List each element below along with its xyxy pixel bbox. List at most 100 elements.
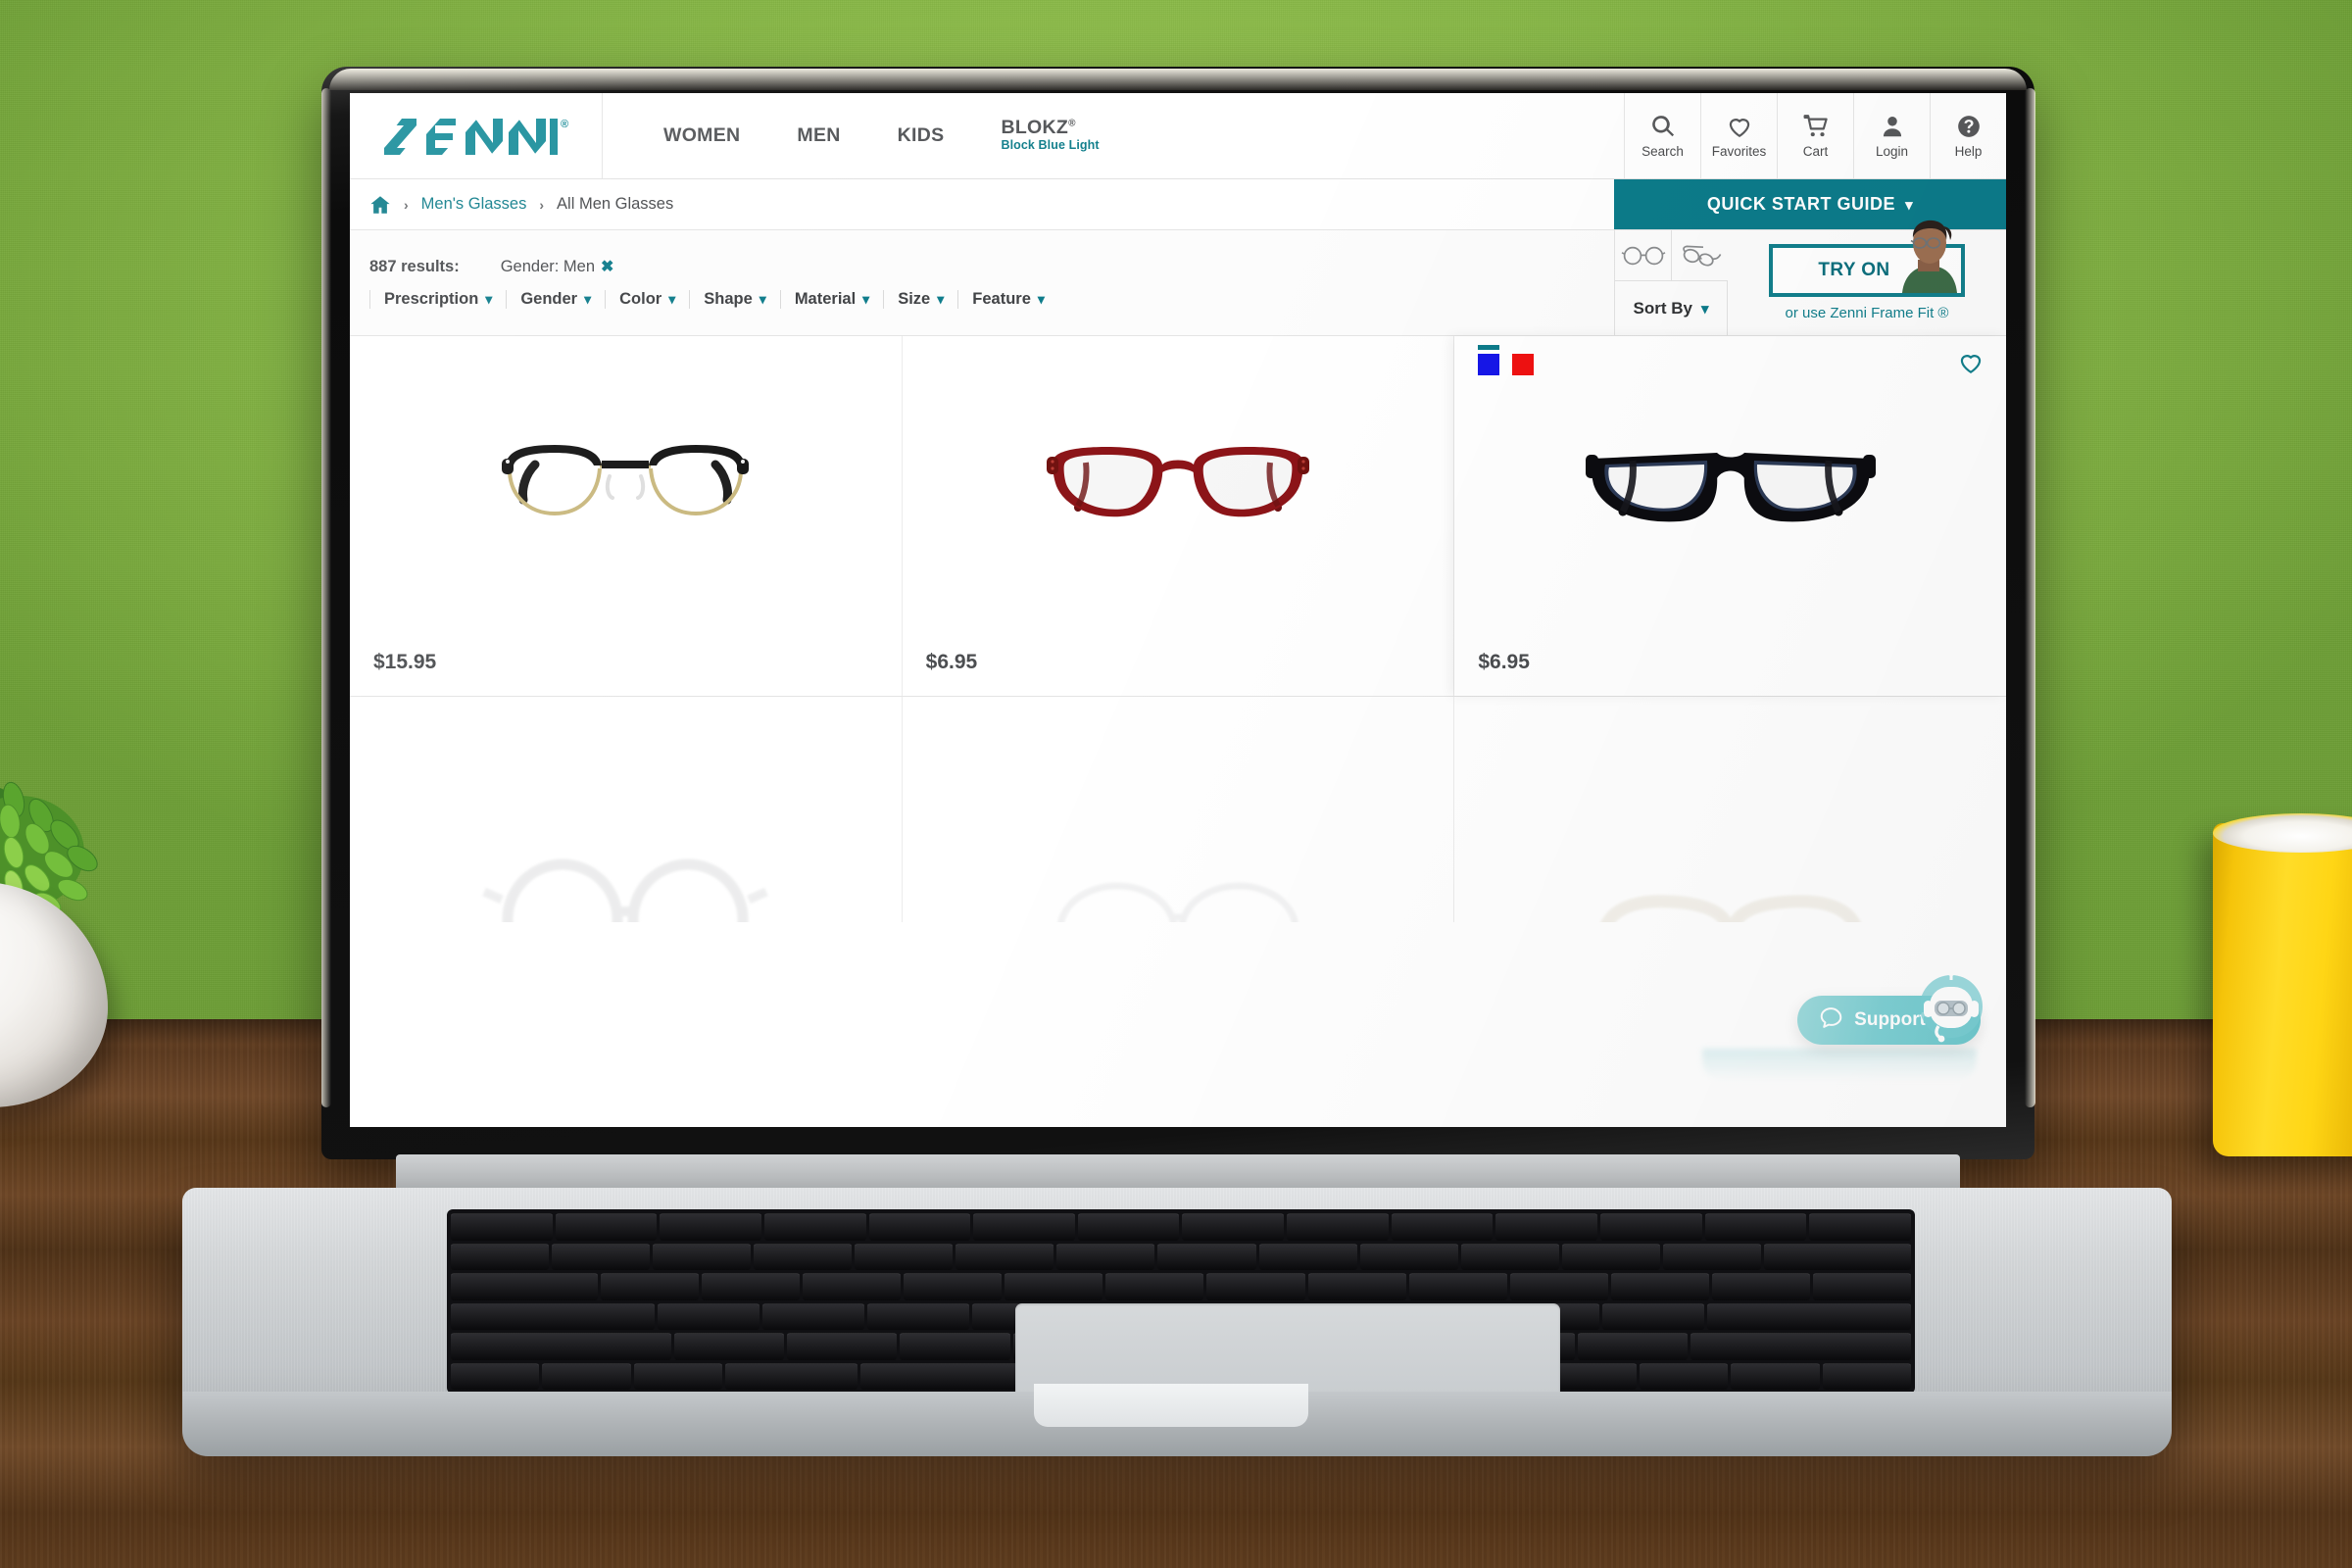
product-card-partial-1[interactable] [350, 697, 903, 922]
key[interactable] [673, 1333, 784, 1360]
key[interactable] [855, 1243, 954, 1270]
key[interactable] [552, 1243, 651, 1270]
nav-help[interactable]: Help [1930, 93, 2006, 178]
key[interactable] [1662, 1243, 1761, 1270]
key[interactable] [1809, 1213, 1911, 1241]
close-icon[interactable]: ✖ [601, 257, 613, 276]
key[interactable] [1711, 1273, 1810, 1300]
breadcrumb-link-mens-glasses[interactable]: Men's Glasses [421, 195, 527, 214]
key-delete[interactable] [1763, 1243, 1911, 1270]
key-return[interactable] [1706, 1302, 1912, 1330]
key[interactable] [653, 1243, 752, 1270]
key[interactable] [601, 1273, 700, 1300]
product-card-partial-3[interactable] [1454, 697, 2006, 922]
key[interactable] [1359, 1243, 1458, 1270]
key[interactable] [803, 1273, 902, 1300]
key[interactable] [1307, 1273, 1406, 1300]
support-widget[interactable]: Support [1797, 968, 1983, 1045]
key[interactable] [1391, 1213, 1494, 1241]
filter-prescription[interactable]: Prescription ▾ [369, 290, 506, 309]
filter-feature[interactable]: Feature ▾ [957, 290, 1058, 309]
key[interactable] [754, 1243, 853, 1270]
key-arrow-right[interactable] [1822, 1362, 1912, 1390]
key-shift-right[interactable] [1690, 1333, 1912, 1360]
key[interactable] [786, 1333, 898, 1360]
swatch-red[interactable] [1512, 354, 1535, 375]
key-tab[interactable] [451, 1273, 599, 1300]
key[interactable] [762, 1302, 865, 1330]
nav-login[interactable]: Login [1853, 93, 1930, 178]
nav-item-kids[interactable]: KIDS [898, 124, 945, 147]
zenni-logo[interactable]: ® [383, 117, 568, 156]
view-toggle-front[interactable] [1615, 230, 1671, 280]
view-toggle-angle[interactable] [1671, 230, 1728, 280]
key[interactable] [1077, 1213, 1180, 1241]
key-fn[interactable] [451, 1362, 540, 1390]
sort-by-dropdown[interactable]: Sort By ▾ [1615, 281, 1728, 335]
key-option-right[interactable] [1547, 1362, 1638, 1390]
filter-color[interactable]: Color ▾ [605, 290, 689, 309]
favorite-heart-icon[interactable] [1957, 350, 1984, 375]
nav-item-women[interactable]: WOMEN [663, 124, 740, 147]
key[interactable] [451, 1243, 550, 1270]
key-command-left[interactable] [724, 1362, 858, 1390]
key[interactable] [763, 1213, 866, 1241]
key-control[interactable] [542, 1362, 631, 1390]
filter-gender[interactable]: Gender ▾ [506, 290, 605, 309]
product-card-black-blue-rectangle[interactable]: $6.95 [1454, 336, 2006, 696]
key[interactable] [956, 1243, 1054, 1270]
key-arrow-updown[interactable] [1731, 1362, 1820, 1390]
key-arrow-left[interactable] [1640, 1362, 1729, 1390]
product-card-browline[interactable]: $15.95 [350, 336, 903, 696]
key[interactable] [1704, 1213, 1807, 1241]
key[interactable] [904, 1273, 1003, 1300]
key[interactable] [1509, 1273, 1608, 1300]
nav-item-men[interactable]: MEN [797, 124, 840, 147]
key[interactable] [660, 1213, 761, 1241]
filter-shape[interactable]: Shape ▾ [689, 290, 780, 309]
key[interactable] [1561, 1243, 1660, 1270]
nav-favorites[interactable]: Favorites [1700, 93, 1777, 178]
key[interactable] [658, 1302, 760, 1330]
key[interactable] [973, 1213, 1075, 1241]
key[interactable] [1812, 1273, 1911, 1300]
key[interactable] [1578, 1333, 1689, 1360]
home-icon[interactable] [369, 194, 391, 216]
key-option-left[interactable] [633, 1362, 722, 1390]
key[interactable] [451, 1213, 553, 1241]
key[interactable] [1460, 1243, 1559, 1270]
nav-search[interactable]: Search [1624, 93, 1700, 178]
key[interactable] [1056, 1243, 1155, 1270]
key[interactable] [1287, 1213, 1389, 1241]
key[interactable] [1105, 1273, 1204, 1300]
filter-size[interactable]: Size ▾ [883, 290, 957, 309]
key[interactable] [1610, 1273, 1709, 1300]
active-filter-chip[interactable]: Gender: Men ✖ [501, 257, 614, 276]
key[interactable] [1258, 1243, 1357, 1270]
product-card-partial-2[interactable] [903, 697, 1455, 922]
robot-mascot-icon[interactable] [1910, 967, 1986, 1049]
key[interactable] [868, 1213, 971, 1241]
key-shift-left[interactable] [451, 1333, 671, 1360]
key[interactable] [900, 1333, 1010, 1360]
key[interactable] [1206, 1273, 1305, 1300]
nav-item-blokz[interactable]: BLOKZ® Block Blue Light [1001, 117, 1099, 155]
key[interactable] [867, 1302, 970, 1330]
key[interactable] [702, 1273, 801, 1300]
frame-fit-link[interactable]: or use Zenni Frame Fit ® [1786, 305, 1949, 321]
nav-cart[interactable]: Cart [1777, 93, 1853, 178]
key[interactable] [1600, 1213, 1702, 1241]
product-card-red-rectangle[interactable]: $6.95 [903, 336, 1455, 696]
key[interactable] [555, 1213, 658, 1241]
key[interactable] [1182, 1213, 1285, 1241]
key[interactable] [1495, 1213, 1598, 1241]
key[interactable] [1157, 1243, 1256, 1270]
key[interactable] [1601, 1302, 1704, 1330]
key-capslock[interactable] [451, 1302, 656, 1330]
try-on-button[interactable]: TRY ON [1769, 220, 1965, 297]
logo-cell[interactable]: ® [350, 93, 603, 178]
key[interactable] [1004, 1273, 1103, 1300]
key[interactable] [1408, 1273, 1507, 1300]
swatch-blue[interactable] [1478, 345, 1500, 375]
filter-material[interactable]: Material ▾ [779, 290, 883, 309]
